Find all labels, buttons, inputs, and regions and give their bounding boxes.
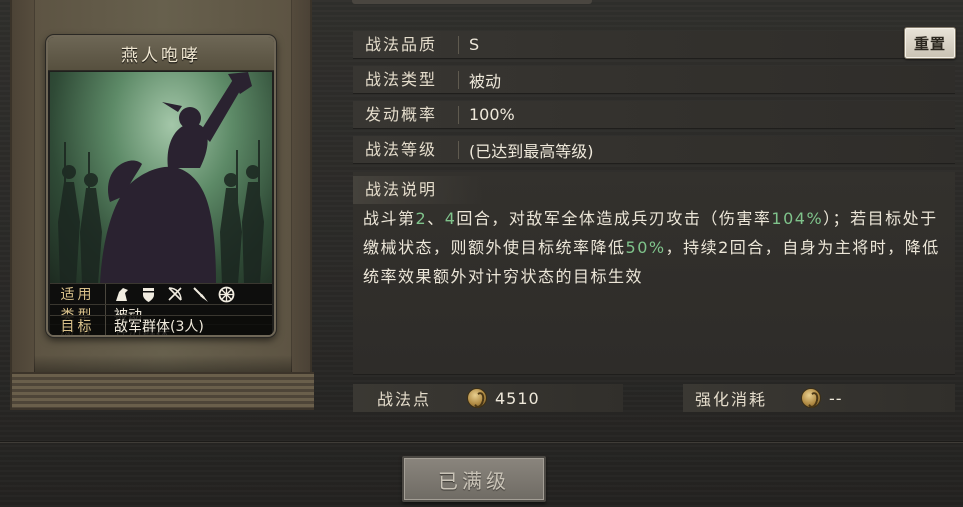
card-title: 燕人咆哮 [48, 37, 274, 71]
tactic-card: 燕人咆哮 适用 目标 敌军群体(3人) [46, 35, 276, 337]
property-probability: 发动概率 100% [353, 101, 955, 129]
property-value: 100% [469, 105, 515, 124]
upgrade-cost-row: 强化消耗 -- [683, 384, 955, 412]
description-segment: 回合，对敌军全体造成兵刃攻击（伤害率 [456, 209, 772, 228]
archer-icon [166, 286, 183, 303]
tactic-point-coin-icon [801, 388, 821, 408]
reset-button[interactable]: 重置 [904, 27, 956, 59]
description-highlight: 104% [771, 209, 824, 228]
scroll-roll [12, 372, 314, 410]
property-value: 被动 [469, 71, 502, 91]
tactic-points-row: 战法点 4510 [353, 384, 623, 412]
description-segment: 、 [427, 209, 445, 228]
spear-icon [192, 286, 209, 303]
property-label: 发动概率 [353, 105, 459, 124]
card-apply-label: 适用 [50, 284, 106, 304]
maxed-level-button[interactable]: 已满级 [402, 456, 546, 502]
upgrade-cost-value: -- [829, 388, 843, 408]
tactic-points-value: 4510 [495, 388, 540, 408]
card-artwork [50, 72, 272, 284]
top-edge [352, 0, 592, 4]
tactic-points-label: 战法点 [377, 390, 432, 409]
card-row-target: 目标 敌军群体(3人) [50, 315, 272, 335]
card-target-label: 目标 [50, 316, 106, 335]
property-quality: 战法品质 S [353, 31, 955, 59]
shield-icon [140, 286, 157, 303]
property-label: 战法等级 [353, 140, 459, 159]
upgrade-cost-label: 强化消耗 [695, 390, 768, 409]
description-highlight: 2 [415, 209, 428, 228]
warrior-silhouette-icon [58, 72, 264, 284]
property-type: 战法类型 被动 [353, 66, 955, 94]
property-label: 战法品质 [353, 35, 459, 54]
description-panel: 战法说明 战斗第2、4回合，对敌军全体造成兵刃攻击（伤害率104%）；若目标处于… [353, 172, 955, 375]
card-row-apply: 适用 [50, 283, 272, 304]
description-highlight: 50% [625, 238, 666, 257]
property-value: (已达到最高等级) [469, 141, 594, 161]
description-text: 战斗第2、4回合，对敌军全体造成兵刃攻击（伤害率104%）；若目标处于缴械状态，… [363, 204, 948, 291]
tactic-point-coin-icon [467, 388, 487, 408]
card-target-value: 敌军群体(3人) [114, 318, 204, 335]
cavalry-icon [114, 286, 131, 303]
property-value: S [469, 35, 480, 54]
property-level: 战法等级 (已达到最高等级) [353, 136, 955, 164]
property-label: 战法类型 [353, 70, 459, 89]
wheel-icon [218, 286, 235, 303]
description-title: 战法说明 [353, 176, 483, 204]
footer-divider [0, 441, 963, 443]
description-highlight: 4 [444, 209, 457, 228]
description-segment: 战斗第 [363, 209, 416, 228]
